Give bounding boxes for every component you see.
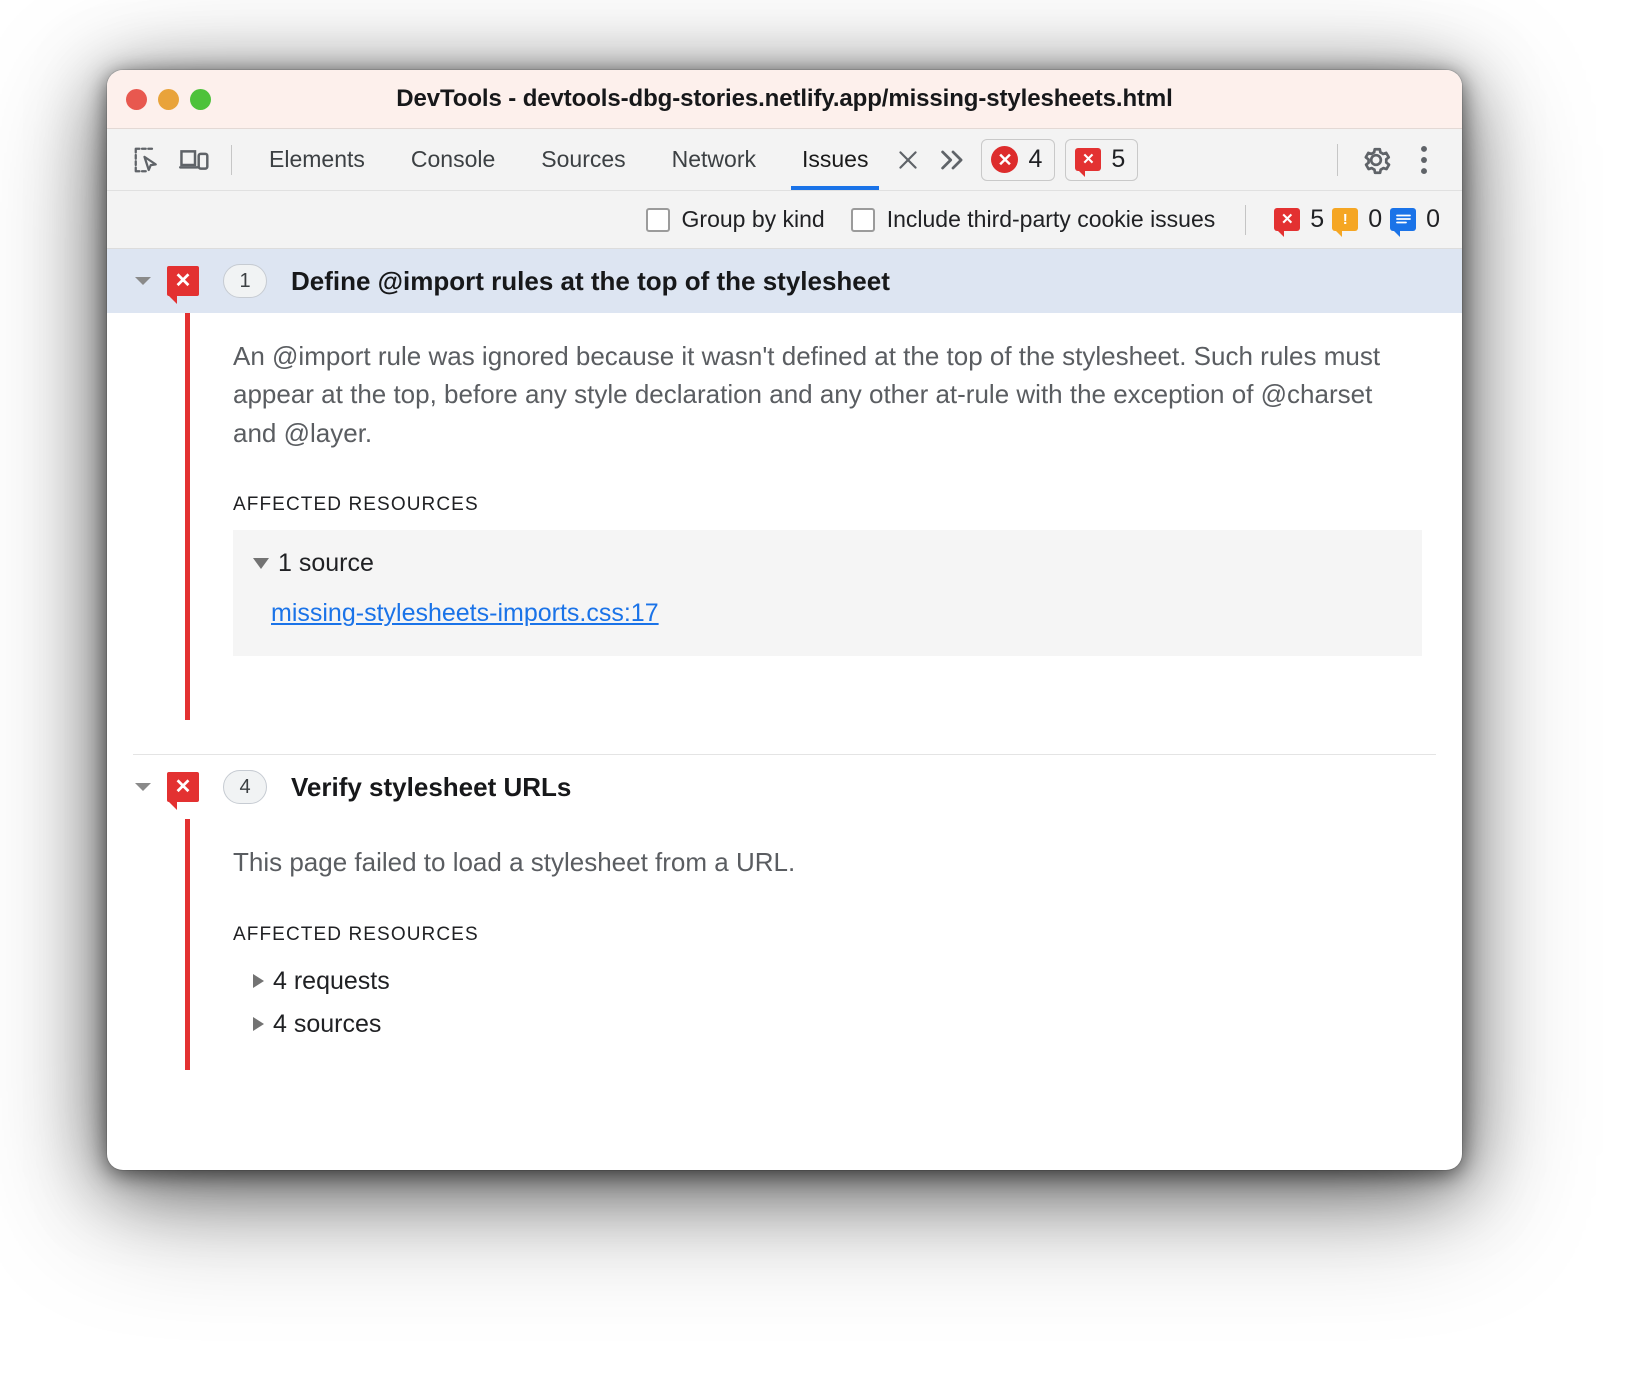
error-bubble-icon: ✕: [1274, 208, 1300, 231]
resource-link-missing-stylesheets-imports[interactable]: missing-stylesheets-imports.css:17: [233, 585, 1422, 634]
issue-error-icon-import-rules: ✕: [167, 266, 199, 296]
panel-tabs: Elements Console Sources Network Issues: [246, 129, 891, 190]
affected-resources-block-import-rules: 1 source missing-stylesheets-imports.css…: [233, 530, 1422, 656]
third-party-cookie-label: Include third-party cookie issues: [887, 206, 1216, 233]
issue-error-glyph-import-rules: ✕: [175, 271, 192, 291]
tab-issues-label: Issues: [802, 146, 868, 173]
error-counter-value: 5: [1310, 205, 1324, 234]
third-party-cookie-box[interactable]: [851, 208, 875, 232]
close-window-button[interactable]: [126, 89, 147, 110]
warning-bubble-icon: !: [1332, 208, 1358, 231]
group-by-kind-box[interactable]: [646, 208, 670, 232]
console-errors-badge[interactable]: ✕ 4: [981, 139, 1055, 181]
toolbar-right-group: [1323, 138, 1462, 182]
inspect-element-icon[interactable]: [123, 138, 171, 182]
maximize-window-button[interactable]: [190, 89, 211, 110]
issues-filter-bar: Group by kind Include third-party cookie…: [107, 191, 1462, 249]
tab-network[interactable]: Network: [649, 129, 779, 190]
third-party-cookie-checkbox[interactable]: Include third-party cookie issues: [851, 206, 1216, 233]
issue-title-stylesheet-urls: Verify stylesheet URLs: [291, 772, 571, 803]
tab-console[interactable]: Console: [388, 129, 518, 190]
issue-header-stylesheet-urls[interactable]: ✕ 4 Verify stylesheet URLs: [107, 755, 1462, 819]
error-bubble-glyph: ✕: [1281, 212, 1294, 227]
expand-collapse-icon-import-rules[interactable]: [133, 274, 167, 288]
resource-group-4-sources[interactable]: 4 sources: [233, 1003, 1422, 1046]
error-circle-icon: ✕: [991, 146, 1018, 173]
more-tabs-icon[interactable]: [931, 140, 975, 180]
issue-error-glyph-stylesheet-urls: ✕: [175, 777, 192, 797]
expand-collapse-icon-stylesheet-urls[interactable]: [133, 780, 167, 794]
resource-group-label-4-requests: 4 requests: [273, 967, 390, 996]
warning-counter[interactable]: ! 0: [1332, 205, 1382, 234]
issues-count: 5: [1111, 145, 1125, 174]
issues-list: ✕ 1 Define @import rules at the top of t…: [107, 249, 1462, 1070]
issue-occurrence-count-import-rules: 1: [223, 264, 267, 298]
error-circle-glyph: ✕: [997, 151, 1012, 169]
issue-error-icon-stylesheet-urls: ✕: [167, 772, 199, 802]
tab-issues[interactable]: Issues: [779, 129, 891, 190]
issue-bubble-icon: ✕: [1075, 148, 1101, 171]
issue-bubble-glyph: ✕: [1082, 152, 1095, 167]
issue-title-import-rules: Define @import rules at the top of the s…: [291, 266, 890, 297]
issue-body-stylesheet-urls: This page failed to load a stylesheet fr…: [107, 819, 1462, 1069]
tab-sources-label: Sources: [541, 146, 625, 173]
group-by-kind-checkbox[interactable]: Group by kind: [646, 206, 825, 233]
window-controls[interactable]: [126, 89, 211, 110]
chevron-down-icon-1-source: [253, 558, 269, 569]
toolbar-right-divider: [1337, 144, 1338, 176]
resource-group-4-requests[interactable]: 4 requests: [233, 960, 1422, 1003]
affected-resources-label-import-rules: AFFECTED RESOURCES: [233, 494, 1422, 516]
issue-description-import-rules: An @import rule was ignored because it w…: [233, 313, 1413, 452]
chevron-right-icon-4-requests: [253, 974, 264, 988]
resource-group-1-source[interactable]: 1 source: [233, 542, 1422, 585]
issue-body-import-rules: An @import rule was ignored because it w…: [107, 313, 1462, 720]
info-counter-value: 0: [1426, 205, 1440, 234]
issue-item-stylesheet-urls: ✕ 4 Verify stylesheet URLs This page fai…: [107, 755, 1462, 1069]
page-root: DevTools - devtools-dbg-stories.netlify.…: [0, 0, 1650, 1378]
issue-item-import-rules: ✕ 1 Define @import rules at the top of t…: [107, 249, 1462, 755]
tab-network-label: Network: [672, 146, 756, 173]
affected-resources-label-stylesheet-urls: AFFECTED RESOURCES: [233, 924, 1422, 946]
console-errors-count: 4: [1028, 145, 1042, 174]
warning-bubble-glyph: !: [1343, 212, 1348, 227]
group-by-kind-label: Group by kind: [682, 206, 825, 233]
tab-elements-label: Elements: [269, 146, 365, 173]
tab-sources[interactable]: Sources: [518, 129, 648, 190]
info-bubble-icon: [1390, 208, 1416, 231]
issue-header-import-rules[interactable]: ✕ 1 Define @import rules at the top of t…: [107, 249, 1462, 313]
devtools-toolbar: Elements Console Sources Network Issues …: [107, 129, 1462, 191]
filter-bar-divider: [1245, 205, 1246, 235]
info-counter[interactable]: 0: [1390, 205, 1440, 234]
resource-group-label-4-sources: 4 sources: [273, 1010, 381, 1039]
devtools-window: DevTools - devtools-dbg-stories.netlify.…: [107, 70, 1462, 1170]
issue-description-stylesheet-urls: This page failed to load a stylesheet fr…: [233, 819, 1413, 881]
issue-occurrence-count-stylesheet-urls: 4: [223, 770, 267, 804]
kebab-menu-icon[interactable]: [1400, 138, 1448, 182]
tab-elements[interactable]: Elements: [246, 129, 388, 190]
warning-counter-value: 0: [1368, 205, 1382, 234]
title-bar: DevTools - devtools-dbg-stories.netlify.…: [107, 70, 1462, 129]
gear-icon[interactable]: [1352, 138, 1400, 182]
tab-console-label: Console: [411, 146, 495, 173]
issues-count-badge[interactable]: ✕ 5: [1065, 139, 1138, 181]
error-counter[interactable]: ✕ 5: [1274, 205, 1324, 234]
resource-group-label-1-source: 1 source: [278, 549, 374, 578]
toolbar-divider: [231, 145, 232, 175]
close-tab-icon[interactable]: [893, 145, 923, 175]
window-title: DevTools - devtools-dbg-stories.netlify.…: [107, 85, 1462, 113]
device-toolbar-icon[interactable]: [171, 138, 219, 182]
chevron-right-icon-4-sources: [253, 1017, 264, 1031]
minimize-window-button[interactable]: [158, 89, 179, 110]
